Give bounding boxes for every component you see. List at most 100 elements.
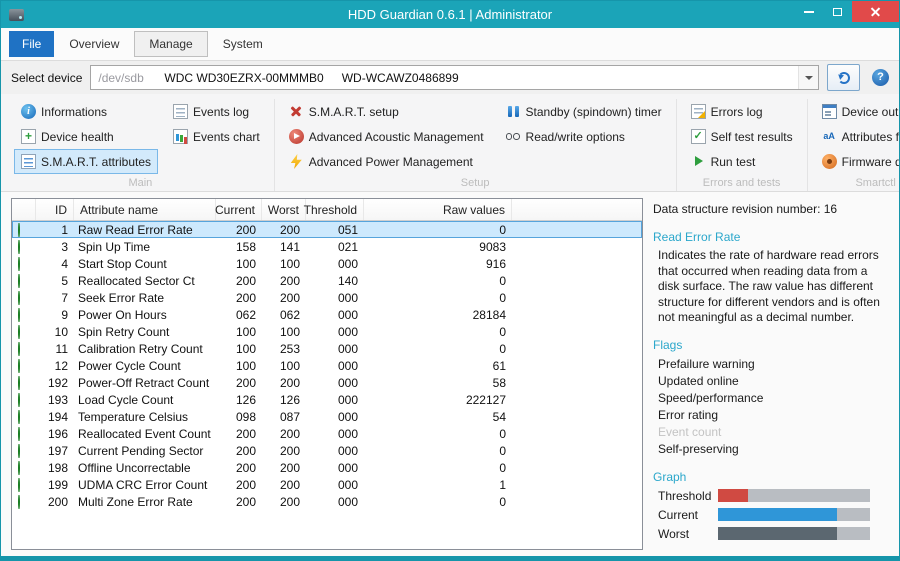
maximize-button[interactable] — [823, 1, 852, 22]
table-row[interactable]: 198 Offline Uncorrectable 200 200 000 0 — [12, 459, 642, 476]
cell-current: 200 — [235, 477, 256, 492]
ribbon-column: S.M.A.R.T. setup Advanced Acoustic Manage… — [282, 99, 491, 174]
ribbon-item-advanced-acoustic-management[interactable]: Advanced Acoustic Management — [282, 124, 491, 149]
tab-system[interactable]: System — [208, 31, 278, 57]
cell-worst: 253 — [279, 341, 300, 356]
cell-attribute-name: Current Pending Sector — [78, 443, 204, 458]
cell-attribute-name: Power Cycle Count — [78, 358, 181, 373]
cell-raw-values: 58 — [492, 375, 506, 390]
table-row[interactable]: 5 Reallocated Sector Ct 200 200 140 0 — [12, 272, 642, 289]
table-row[interactable]: 11 Calibration Retry Count 100 253 000 0 — [12, 340, 642, 357]
column-header-raw-values[interactable]: Raw values — [364, 199, 512, 220]
ribbon-item-advanced-power-management[interactable]: Advanced Power Management — [282, 149, 491, 174]
cell-raw-values: 0 — [499, 494, 506, 509]
tab-manage[interactable]: Manage — [134, 31, 208, 57]
ribbon-item-s-m-a-r-t-setup[interactable]: S.M.A.R.T. setup — [282, 99, 491, 124]
cell-raw-values: 0 — [499, 341, 506, 356]
minimize-button[interactable] — [794, 1, 823, 22]
cell-id: 3 — [61, 239, 68, 254]
ribbon-item-label: Informations — [41, 104, 108, 119]
status-ok-icon — [18, 392, 20, 407]
minimize-icon — [803, 10, 814, 13]
column-header-id[interactable]: ID — [36, 199, 74, 220]
cell-raw-values: 9083 — [479, 239, 506, 254]
ribbon-item-device-health[interactable]: Device health — [14, 124, 158, 149]
ribbon-group-smartctl: Device output Attributes format Firmware d… — [808, 99, 899, 191]
column-header-attribute-name[interactable]: Attribute name — [74, 199, 216, 220]
close-button[interactable] — [852, 1, 899, 22]
table-row[interactable]: 193 Load Cycle Count 126 126 000 222127 — [12, 391, 642, 408]
table-row[interactable]: 200 Multi Zone Error Rate 200 200 000 0 — [12, 493, 642, 510]
cell-attribute-name: Reallocated Event Count — [78, 426, 211, 441]
ribbon-item-events-log[interactable]: Events log — [166, 99, 267, 124]
table-row[interactable]: 4 Start Stop Count 100 100 000 916 — [12, 255, 642, 272]
table-row[interactable]: 9 Power On Hours 062 062 000 28184 — [12, 306, 642, 323]
table-row[interactable]: 12 Power Cycle Count 100 100 000 61 — [12, 357, 642, 374]
ribbon-item-device-output[interactable]: Device output — [815, 99, 899, 124]
main-content: ID Attribute name Current Worst Threshold Raw… — [1, 192, 899, 556]
ribbon-group-label: Smartctl — [855, 177, 896, 189]
graph-bar-track — [718, 527, 870, 541]
device-select[interactable]: /dev/sdb WDC WD30EZRX-00MMMB0 WD-WCAWZ04… — [90, 65, 819, 90]
cell-id: 200 — [47, 494, 68, 509]
table-row[interactable]: 7 Seek Error Rate 200 200 000 0 — [12, 289, 642, 306]
ribbon-item-standby-spindown-timer[interactable]: Standby (spindown) timer — [499, 99, 669, 124]
help-button[interactable] — [872, 69, 889, 86]
status-ok-icon — [18, 477, 20, 492]
ribbon-group-columns: Informations Device health S.M.A.R.T. attr… — [14, 99, 267, 174]
dropdown-arrow-icon[interactable] — [798, 66, 818, 89]
ribbon-item-s-m-a-r-t-attributes[interactable]: S.M.A.R.T. attributes — [14, 149, 159, 174]
status-cell — [12, 256, 36, 271]
table-row[interactable]: 197 Current Pending Sector 200 200 000 0 — [12, 442, 642, 459]
ribbon-item-informations[interactable]: Informations — [14, 99, 158, 124]
ribbon-item-events-chart[interactable]: Events chart — [166, 124, 267, 149]
tab-file[interactable]: File — [9, 31, 55, 57]
table-row[interactable]: 192 Power-Off Retract Count 200 200 000 58 — [12, 374, 642, 391]
ribbon-item-run-test[interactable]: Run test — [684, 149, 800, 174]
cell-threshold: 000 — [337, 477, 358, 492]
table-row[interactable]: 194 Temperature Celsius 098 087 000 54 — [12, 408, 642, 425]
tab-overview[interactable]: Overview — [54, 31, 134, 57]
column-header-threshold[interactable]: Threshold — [304, 199, 364, 220]
cell-current: 200 — [235, 426, 256, 441]
cell-threshold: 021 — [337, 239, 358, 254]
status-ok-icon — [18, 290, 20, 305]
cell-threshold: 000 — [337, 392, 358, 407]
ribbon-group-columns: S.M.A.R.T. setup Advanced Acoustic Manage… — [282, 99, 669, 174]
ribbon-column: Informations Device health S.M.A.R.T. attr… — [14, 99, 159, 174]
select-device-label: Select device — [11, 70, 83, 85]
table-row[interactable]: 3 Spin Up Time 158 141 021 9083 — [12, 238, 642, 255]
app-icon — [9, 8, 24, 21]
column-header-current[interactable]: Current — [215, 199, 262, 220]
cell-current: 200 — [235, 494, 256, 509]
cell-current: 100 — [235, 256, 256, 271]
attributes-format-icon — [822, 129, 837, 144]
status-ok-icon — [18, 409, 20, 424]
ribbon-item-label: Run test — [710, 154, 756, 169]
status-cell — [12, 290, 36, 305]
flags-list: Prefailure warning Updated online Speed/pe… — [653, 356, 890, 458]
status-ok-icon — [18, 375, 20, 390]
cell-worst: 126 — [279, 392, 300, 407]
cell-attribute-name: Calibration Retry Count — [78, 341, 203, 356]
cell-raw-values: 28184 — [472, 307, 506, 322]
status-cell — [12, 392, 36, 407]
ribbon-item-attributes-format[interactable]: Attributes format — [815, 124, 899, 149]
ribbon-item-firmware-debug[interactable]: Firmware debug — [815, 149, 899, 174]
status-ok-icon — [18, 222, 20, 237]
ribbon-item-self-test-results[interactable]: Self test results — [684, 124, 800, 149]
cell-current: 100 — [235, 324, 256, 339]
table-row[interactable]: 1 Raw Read Error Rate 200 200 051 0 — [12, 221, 642, 238]
ribbon-item-read-write-options[interactable]: Read/write options — [499, 124, 669, 149]
status-cell — [12, 358, 36, 373]
column-header-worst[interactable]: Worst — [262, 199, 306, 220]
table-row[interactable]: 199 UDMA CRC Error Count 200 200 000 1 — [12, 476, 642, 493]
status-cell — [12, 443, 36, 458]
attribute-description: Indicates the rate of hardware read erro… — [658, 248, 880, 325]
ribbon-item-label: Device output — [841, 104, 899, 119]
refresh-devices-button[interactable] — [827, 64, 860, 91]
header-status-column — [12, 199, 36, 220]
table-row[interactable]: 10 Spin Retry Count 100 100 000 0 — [12, 323, 642, 340]
table-row[interactable]: 196 Reallocated Event Count 200 200 000 0 — [12, 425, 642, 442]
ribbon-item-errors-log[interactable]: Errors log — [684, 99, 800, 124]
